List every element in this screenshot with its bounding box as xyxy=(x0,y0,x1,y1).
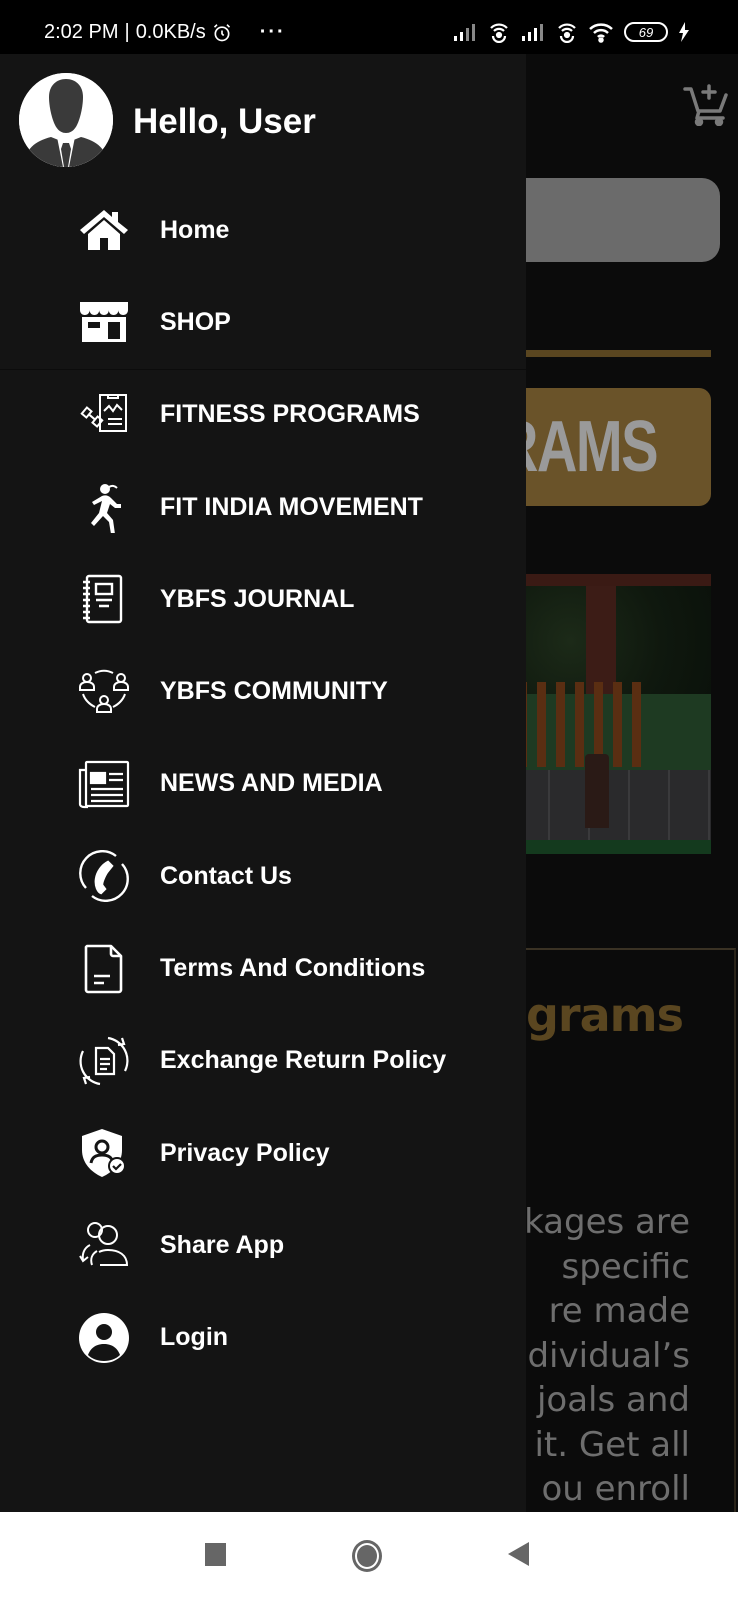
add-to-cart-icon[interactable] xyxy=(683,82,729,126)
menu-item-label: FITNESS PROGRAMS xyxy=(160,400,420,429)
home-circle-icon xyxy=(357,1545,377,1567)
system-navigation-bar xyxy=(0,1512,738,1600)
menu-item-label: Share App xyxy=(160,1230,285,1259)
menu-item-label: FIT INDIA MOVEMENT xyxy=(160,492,423,521)
greeting: Hello, User xyxy=(133,102,316,141)
navigation-drawer: Hello, User Home SHOP FITNESS PROGRAMS F… xyxy=(0,54,526,1512)
menu-item-label: NEWS AND MEDIA xyxy=(160,769,383,798)
user-silhouette-icon[interactable] xyxy=(19,73,113,167)
network-speed: 0.0KB/s xyxy=(135,21,206,43)
menu-item-label: Privacy Policy xyxy=(160,1138,330,1167)
menu-item-label: Home xyxy=(160,215,230,244)
home-icon xyxy=(78,204,130,256)
home-button[interactable] xyxy=(352,1540,382,1572)
card-title: grams xyxy=(526,988,684,1042)
journal-icon xyxy=(78,573,130,625)
exchange-document-icon xyxy=(78,1035,130,1087)
menu-item-shop[interactable]: SHOP xyxy=(0,276,526,368)
menu-item-label: Terms And Conditions xyxy=(160,954,426,983)
menu-item-login[interactable]: Login xyxy=(0,1292,526,1384)
menu-item-share-app[interactable]: Share App xyxy=(0,1199,526,1291)
drawer-header: Hello, User xyxy=(0,54,526,184)
fitness-program-icon xyxy=(78,389,130,441)
running-person-icon xyxy=(78,481,130,534)
status-time: 2:02 PM xyxy=(44,21,119,43)
menu-item-label: Login xyxy=(160,1323,229,1352)
menu-item-home[interactable]: Home xyxy=(0,184,526,276)
menu-item-fitness-programs[interactable]: FITNESS PROGRAMS xyxy=(0,369,526,461)
gold-divider xyxy=(500,350,711,357)
menu-item-terms-and-conditions[interactable]: Terms And Conditions xyxy=(0,922,526,1014)
more-notifications-icon: ··· xyxy=(259,21,286,43)
status-bar: 2:02 PM | 0.0KB/s ··· 69 xyxy=(0,0,738,54)
status-left: 2:02 PM | 0.0KB/s ··· xyxy=(44,21,286,44)
document-icon xyxy=(78,943,130,995)
back-button[interactable] xyxy=(508,1542,529,1566)
program-photo xyxy=(510,574,711,854)
menu-item-contact-us[interactable]: Contact Us xyxy=(0,830,526,922)
hotspot-icon xyxy=(558,23,576,43)
battery-icon: 69 xyxy=(624,22,668,42)
account-circle-icon xyxy=(78,1312,130,1364)
menu-item-fit-india-movement[interactable]: FIT INDIA MOVEMENT xyxy=(0,461,526,553)
share-users-icon xyxy=(78,1219,130,1271)
menu-item-exchange-return-policy[interactable]: Exchange Return Policy xyxy=(0,1015,526,1107)
menu-item-label: YBFS JOURNAL xyxy=(160,584,355,613)
newspaper-icon xyxy=(78,758,130,810)
menu-item-ybfs-community[interactable]: YBFS COMMUNITY xyxy=(0,645,526,737)
alarm-icon xyxy=(213,23,230,41)
community-icon xyxy=(78,666,130,718)
signal-icon xyxy=(522,24,543,41)
status-separator: | xyxy=(124,21,130,43)
hotspot-icon xyxy=(490,23,508,43)
menu-item-label: Exchange Return Policy xyxy=(160,1046,447,1075)
menu-item-news-and-media[interactable]: NEWS AND MEDIA xyxy=(0,738,526,830)
battery-level: 69 xyxy=(638,24,654,40)
menu-item-label: YBFS COMMUNITY xyxy=(160,677,388,706)
drawer-menu: Home SHOP FITNESS PROGRAMS FIT INDIA MOV… xyxy=(0,184,526,1384)
phone-icon xyxy=(78,850,130,903)
menu-item-label: Contact Us xyxy=(160,861,292,890)
menu-item-label: SHOP xyxy=(160,307,231,336)
menu-item-privacy-policy[interactable]: Privacy Policy xyxy=(0,1107,526,1199)
privacy-shield-icon xyxy=(78,1127,130,1179)
recent-apps-button[interactable] xyxy=(205,1543,226,1566)
wifi-icon xyxy=(589,23,613,43)
menu-item-ybfs-journal[interactable]: YBFS JOURNAL xyxy=(0,553,526,645)
status-right: 69 xyxy=(452,21,690,43)
shop-icon xyxy=(78,296,130,348)
charging-icon xyxy=(679,22,689,42)
signal-icon xyxy=(454,24,475,41)
